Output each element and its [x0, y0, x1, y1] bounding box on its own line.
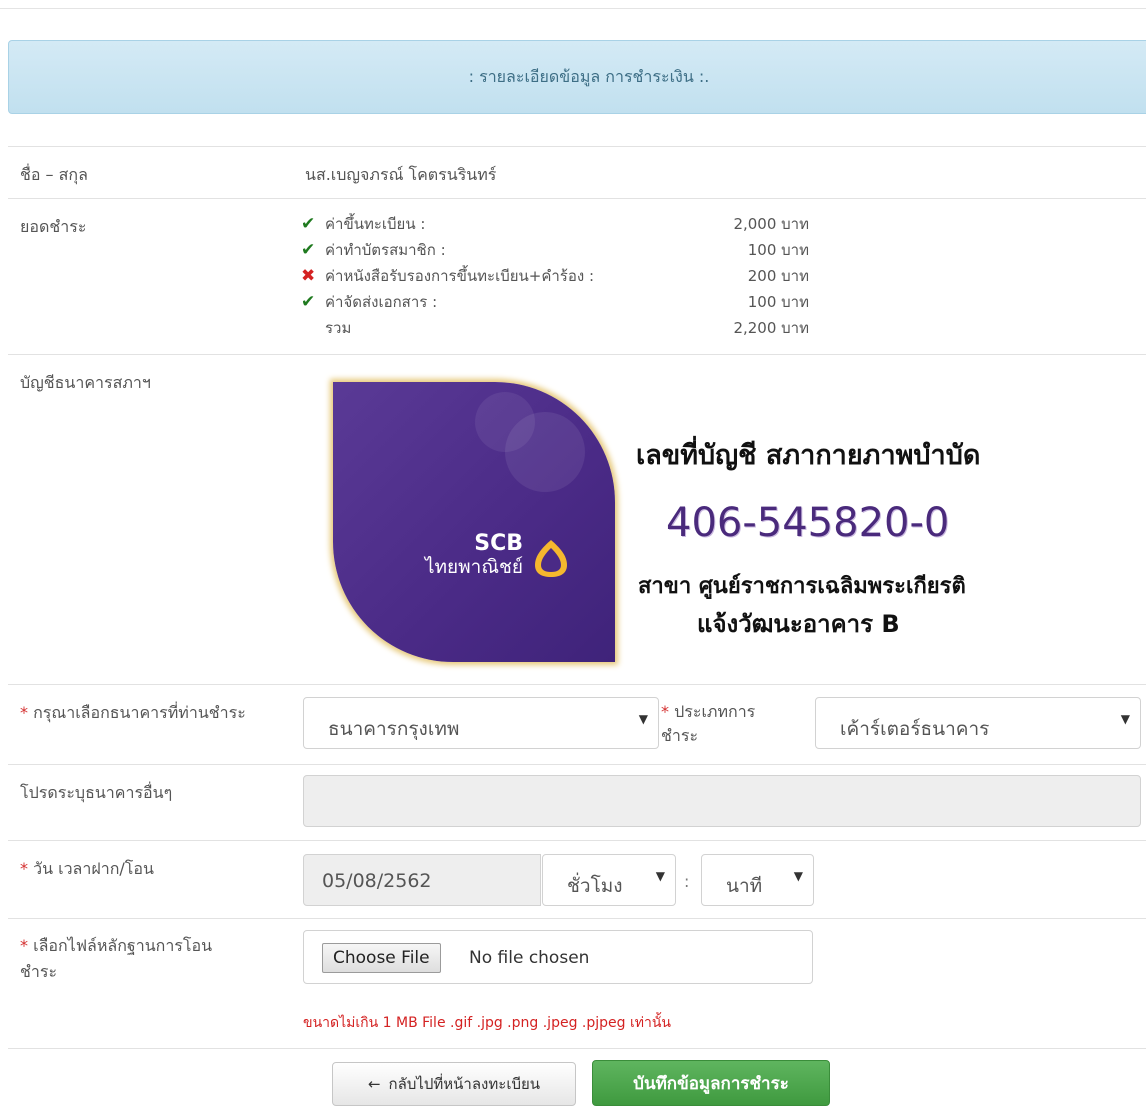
- minute-value: นาที: [726, 875, 763, 897]
- fee-item: ✖ ค่าหนังสือรับรองการขึ้นทะเบียน+คำร้อง …: [301, 265, 821, 291]
- fee-total: รวม 2,200 บาท: [301, 317, 821, 343]
- top-divider: [0, 8, 1146, 9]
- other-bank-label: โปรดระบุธนาคารอื่นๆ: [20, 783, 173, 802]
- fee-name: ค่าทำบัตรสมาชิก :: [325, 241, 446, 259]
- chevron-down-icon: ▼: [655, 869, 665, 883]
- check-icon: ✔: [301, 292, 316, 312]
- decorative-wave: [475, 392, 535, 452]
- save-payment-button[interactable]: บันทึกข้อมูลการชำระ: [592, 1060, 830, 1106]
- bank-select-value: ธนาคารกรุงเทพ: [328, 718, 460, 740]
- payment-type-value: เค้าร์เตอร์ธนาคาร: [840, 718, 990, 740]
- section-header: : รายละเอียดข้อมูล การชำระเงิน :.: [8, 40, 1146, 114]
- file-label: * เลือกไฟล์หลักฐานการโอน ชำระ: [20, 936, 213, 981]
- name-label: ชื่อ – สกุล: [20, 165, 88, 184]
- fee-item: ✔ ค่าจัดส่งเอกสาร : 100 บาท: [301, 291, 821, 317]
- account-number: 406-545820-0: [666, 500, 950, 546]
- payment-row: ยอดชำระ ✔ ค่าขึ้นทะเบียน : 2,000 บาท ✔ ค…: [8, 198, 1146, 354]
- account-branch: สาขา ศูนย์ราชการเฉลิมพระเกียรติ: [638, 574, 966, 599]
- scb-bank-card: SCB ไทยพาณิชย์: [333, 382, 615, 662]
- hour-value: ชั่วโมง: [567, 875, 623, 897]
- time-separator: :: [684, 872, 690, 891]
- choose-file-button[interactable]: Choose File: [322, 943, 441, 973]
- back-to-register-button[interactable]: ← กลับไปที่หน้าลงทะเบียน: [332, 1062, 576, 1106]
- datetime-label: * วัน เวลาฝาก/โอน: [20, 859, 154, 878]
- hour-select[interactable]: ชั่วโมง ▼: [542, 854, 676, 906]
- minute-select[interactable]: นาที ▼: [701, 854, 814, 906]
- total-amount: 2,200 บาท: [733, 319, 809, 337]
- scb-logo-icon: [535, 540, 567, 577]
- fee-amount: 100 บาท: [747, 241, 809, 259]
- chevron-down-icon: ▼: [638, 712, 648, 726]
- check-icon: ✔: [301, 214, 316, 234]
- fee-name: ค่าหนังสือรับรองการขึ้นทะเบียน+คำร้อง :: [325, 267, 594, 285]
- name-row: ชื่อ – สกุล นส.เบญจภรณ์ โคตรนรินทร์: [8, 146, 1146, 198]
- payment-label: ยอดชำระ: [20, 217, 87, 236]
- file-status: No file chosen: [469, 948, 590, 968]
- bank-short-name: SCB: [474, 531, 523, 556]
- file-input[interactable]: Choose File No file chosen: [303, 930, 813, 984]
- chevron-down-icon: ▼: [793, 869, 803, 883]
- fee-item: ✔ ค่าทำบัตรสมาชิก : 100 บาท: [301, 239, 821, 265]
- chevron-down-icon: ▼: [1120, 712, 1130, 726]
- back-button-label: กลับไปที่หน้าลงทะเบียน: [388, 1075, 541, 1093]
- total-label: รวม: [325, 319, 352, 337]
- arrow-left-icon: ←: [367, 1075, 381, 1093]
- payment-type-select[interactable]: เค้าร์เตอร์ธนาคาร ▼: [815, 697, 1141, 749]
- account-branch-building: แจ้งวัฒนะอาคาร B: [697, 610, 900, 638]
- fee-amount: 100 บาท: [747, 293, 809, 311]
- actions-row: [8, 1048, 1146, 1106]
- bank-thai-name: ไทยพาณิชย์: [424, 556, 523, 578]
- other-bank-input[interactable]: [303, 775, 1141, 827]
- payment-type-label: * ประเภทการ ชำระ: [661, 702, 756, 745]
- fee-amount: 2,000 บาท: [733, 215, 809, 233]
- fee-item: ✔ ค่าขึ้นทะเบียน : 2,000 บาท: [301, 213, 821, 239]
- cross-icon: ✖: [301, 266, 316, 286]
- check-icon: ✔: [301, 240, 316, 260]
- date-input[interactable]: 05/08/2562: [303, 854, 541, 906]
- date-value: 05/08/2562: [322, 870, 432, 892]
- name-value: นส.เบญจภรณ์ โคตรนรินทร์: [305, 165, 497, 184]
- bank-select[interactable]: ธนาคารกรุงเทพ ▼: [303, 697, 659, 749]
- fee-amount: 200 บาท: [747, 267, 809, 285]
- section-title: : รายละเอียดข้อมูล การชำระเงิน :.: [468, 66, 710, 86]
- bank-account-label: บัญชีธนาคารสภาฯ: [20, 373, 151, 392]
- fee-name: ค่าจัดส่งเอกสาร :: [325, 293, 438, 311]
- scb-logo-text: SCB ไทยพาณิชย์: [383, 531, 523, 579]
- file-hint: ขนาดไม่เกิน 1 MB File .gif .jpg .png .jp…: [303, 1015, 671, 1031]
- account-caption: เลขที่บัญชี สภากายภาพบำบัด: [636, 440, 981, 471]
- bank-select-label: * กรุณาเลือกธนาคารที่ท่านชำระ: [20, 703, 246, 722]
- fee-name: ค่าขึ้นทะเบียน :: [325, 215, 426, 233]
